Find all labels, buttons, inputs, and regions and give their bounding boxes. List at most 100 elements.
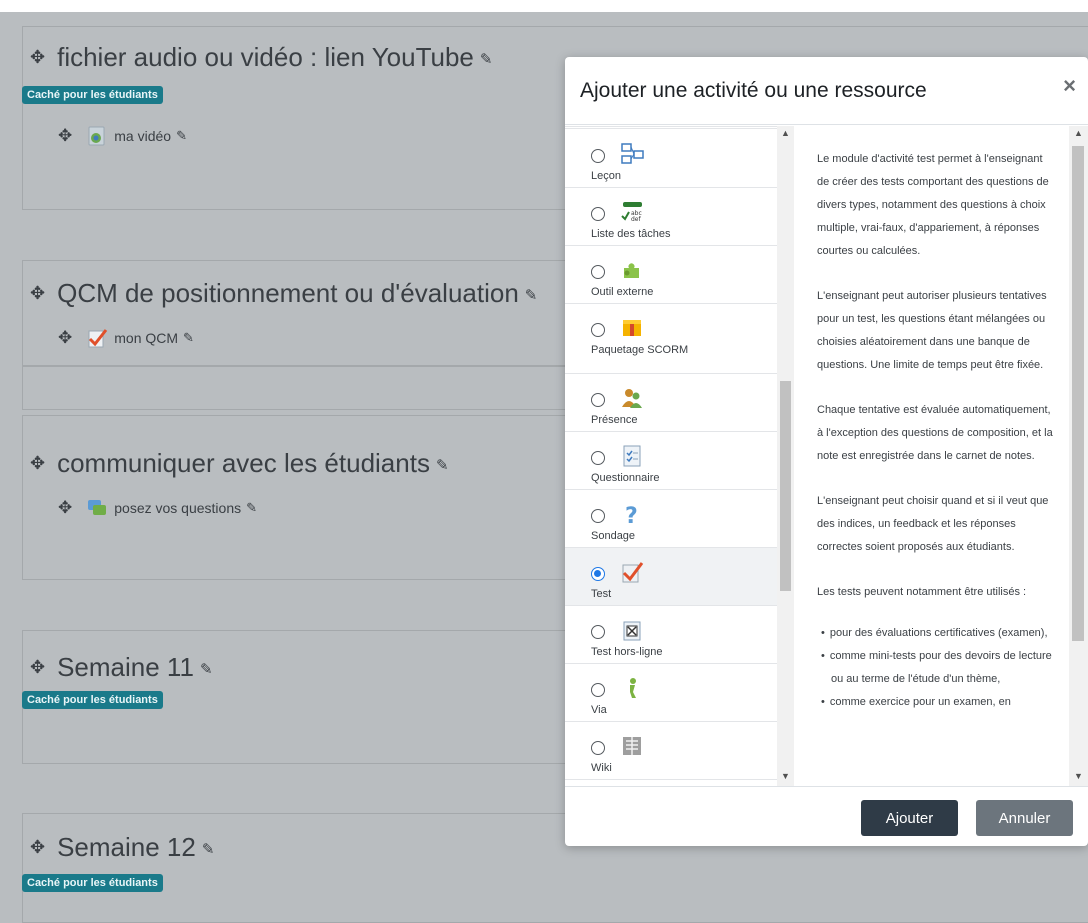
section-title: ✥ fichier audio ou vidéo : lien YouTube ✎	[30, 42, 492, 73]
hidden-badge: Caché pour les étudiants	[22, 86, 163, 104]
option-via[interactable]: Via	[565, 664, 777, 722]
move-icon[interactable]: ✥	[30, 283, 45, 303]
pencil-icon[interactable]: ✎	[202, 841, 215, 858]
section-title-text[interactable]: communiquer avec les étudiants	[57, 448, 430, 478]
cancel-button[interactable]: Annuler	[976, 800, 1073, 836]
modal-footer: Ajouter Annuler	[565, 786, 1088, 846]
option-liste-des-taches[interactable]: abc def Liste des tâches	[565, 188, 777, 246]
option-sondage[interactable]: ? Sondage	[565, 490, 777, 548]
options-list[interactable]: Leçon abc def Liste des tâches Outil ext…	[565, 126, 777, 786]
activity-link[interactable]: posez vos questions	[114, 500, 241, 516]
section-title-text[interactable]: fichier audio ou vidéo : lien YouTube	[57, 42, 474, 72]
description-paragraph: Chaque tentative est évaluée automatique…	[817, 404, 1053, 462]
activity-item: ✥ posez vos questions ✎	[58, 497, 257, 519]
pencil-icon[interactable]: ✎	[436, 457, 449, 474]
option-test-hors-ligne[interactable]: Test hors-ligne	[565, 606, 777, 664]
option-outil-externe[interactable]: Outil externe	[565, 246, 777, 304]
option-label: Wiki	[591, 762, 612, 774]
option-label: Leçon	[591, 170, 621, 182]
move-icon[interactable]: ✥	[58, 126, 72, 146]
via-icon	[630, 678, 636, 698]
scorm-package-icon	[623, 320, 641, 336]
option-radio[interactable]	[591, 683, 605, 697]
activity-chooser-modal: Ajouter une activité ou une ressource × …	[565, 57, 1088, 846]
option-radio[interactable]	[591, 265, 605, 279]
svg-text:?: ?	[625, 504, 638, 526]
option-questionnaire[interactable]: Questionnaire	[565, 432, 777, 490]
move-icon[interactable]: ✥	[30, 453, 45, 473]
move-icon[interactable]: ✥	[58, 498, 72, 518]
option-radio[interactable]	[591, 149, 605, 163]
option-radio[interactable]	[591, 207, 605, 221]
scroll-up-icon[interactable]: ▲	[781, 128, 790, 138]
option-radio[interactable]	[591, 451, 605, 465]
scrollbar-thumb[interactable]	[780, 381, 791, 591]
option-label: Sondage	[591, 530, 636, 542]
description-paragraph: Le module d'activité test permet à l'ens…	[817, 153, 1049, 257]
forum-icon	[88, 500, 107, 515]
puzzle-icon	[624, 263, 639, 278]
options-scrollbar[interactable]: ▲ ▼	[777, 126, 794, 786]
description-scrollbar[interactable]: ▲ ▼	[1069, 126, 1088, 786]
section-title-text[interactable]: Semaine 12	[57, 832, 196, 862]
option-radio[interactable]	[591, 393, 605, 407]
section-title: ✥ QCM de positionnement ou d'évaluation ✎	[30, 278, 537, 309]
scroll-down-icon[interactable]: ▼	[1074, 771, 1083, 781]
option-label: Test hors-ligne	[591, 646, 663, 658]
modal-header: Ajouter une activité ou une ressource ×	[565, 57, 1088, 125]
checklist-icon: abc def	[621, 202, 642, 223]
option-wiki[interactable]: Wiki	[565, 722, 777, 780]
quiz-icon	[622, 562, 644, 583]
pencil-icon[interactable]: ✎	[176, 128, 187, 144]
option-label: Test	[591, 588, 612, 600]
option-label: Paquetage SCORM	[591, 344, 689, 356]
pencil-icon[interactable]: ✎	[525, 287, 538, 304]
option-test[interactable]: Test	[565, 548, 777, 606]
option-paquetage-scorm[interactable]: Paquetage SCORM	[565, 304, 777, 374]
activity-link[interactable]: mon QCM	[114, 330, 178, 346]
activity-item: ✥ mon QCM ✎	[58, 327, 194, 349]
list-item: pour des évaluations certificatives (exa…	[817, 622, 1053, 645]
description-list: pour des évaluations certificatives (exa…	[817, 622, 1053, 714]
scrollbar-thumb[interactable]	[1072, 146, 1084, 641]
close-icon[interactable]: ×	[1063, 73, 1076, 99]
option-radio[interactable]	[591, 323, 605, 337]
activity-item: ✥ ma vidéo ✎	[58, 125, 187, 147]
option-label: Via	[591, 704, 607, 716]
pencil-icon[interactable]: ✎	[246, 500, 257, 516]
lesson-icon	[621, 143, 644, 164]
move-icon[interactable]: ✥	[30, 837, 45, 857]
pencil-icon[interactable]: ✎	[480, 51, 493, 68]
section-title-text[interactable]: QCM de positionnement ou d'évaluation	[57, 278, 519, 308]
scroll-up-icon[interactable]: ▲	[1074, 128, 1083, 138]
option-presence[interactable]: Présence	[565, 374, 777, 432]
option-radio[interactable]	[591, 567, 605, 581]
add-button[interactable]: Ajouter	[861, 800, 958, 836]
section-title-text[interactable]: Semaine 11	[57, 652, 194, 682]
description-paragraph: L'enseignant peut autoriser plusieurs te…	[817, 290, 1047, 371]
questionnaire-icon	[623, 445, 641, 467]
offline-quiz-icon	[623, 621, 641, 641]
move-icon[interactable]: ✥	[30, 657, 45, 677]
top-strip	[0, 0, 1088, 12]
option-lecon[interactable]: Leçon	[565, 130, 777, 188]
scroll-down-icon[interactable]: ▼	[781, 771, 790, 781]
section-title: ✥ communiquer avec les étudiants ✎	[30, 448, 449, 479]
pencil-icon[interactable]: ✎	[183, 330, 194, 346]
wiki-icon	[623, 737, 641, 755]
video-icon	[88, 126, 105, 146]
move-icon[interactable]: ✥	[30, 47, 45, 67]
option-radio[interactable]	[591, 741, 605, 755]
move-icon[interactable]: ✥	[58, 328, 72, 348]
section-title: ✥ Semaine 11 ✎	[30, 652, 213, 683]
option-label: Liste des tâches	[591, 228, 671, 240]
question-mark-icon: ?	[625, 504, 638, 526]
svg-text:def: def	[631, 216, 642, 223]
quiz-icon	[88, 329, 108, 348]
option-radio[interactable]	[591, 509, 605, 523]
pencil-icon[interactable]: ✎	[200, 661, 213, 678]
option-label: Outil externe	[591, 286, 654, 298]
attendance-icon	[622, 389, 642, 408]
activity-link[interactable]: ma vidéo	[114, 128, 171, 144]
option-radio[interactable]	[591, 625, 605, 639]
